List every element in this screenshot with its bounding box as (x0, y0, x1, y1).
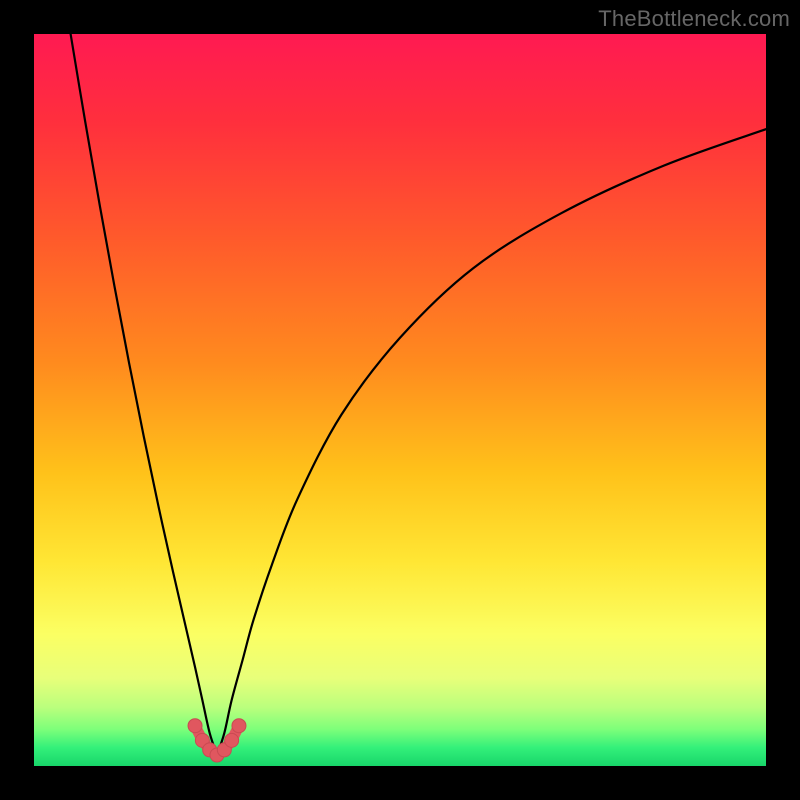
chart-background (34, 34, 766, 766)
optimum-marker (188, 719, 202, 733)
bottleneck-chart (34, 34, 766, 766)
watermark-text: TheBottleneck.com (598, 6, 790, 32)
optimum-marker (232, 719, 246, 733)
chart-frame: TheBottleneck.com (0, 0, 800, 800)
optimum-marker (225, 733, 239, 747)
